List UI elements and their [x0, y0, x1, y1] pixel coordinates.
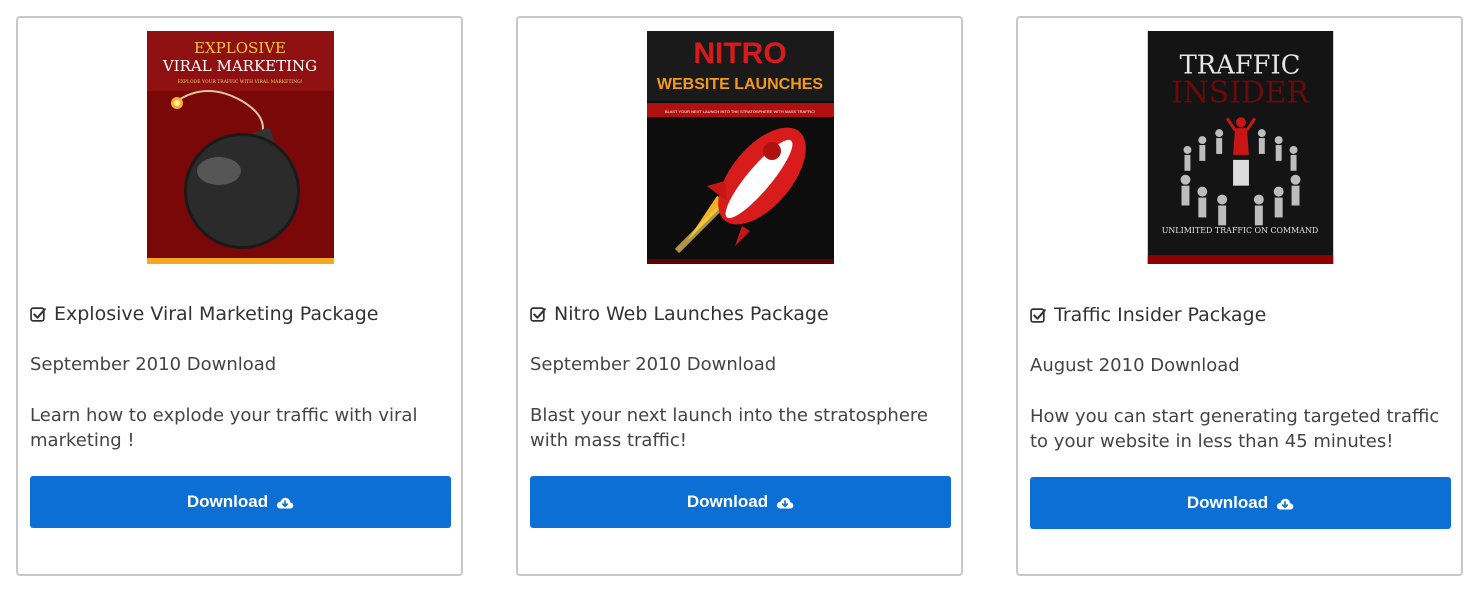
product-card-traffic-insider: TRAFFIC INSIDER UNLIMITED TRAFFIC ON COM… — [1016, 16, 1463, 576]
product-card-explosive-viral-marketing: EXPLOSIVE VIRAL MARKETING EXPLODE YOUR T… — [16, 16, 463, 576]
product-date: September 2010 Download — [530, 354, 777, 375]
product-cover-image: TRAFFIC INSIDER UNLIMITED TRAFFIC ON COM… — [1147, 31, 1334, 264]
product-card-nitro-web-launches: NITRO WEBSITE LAUNCHES BLAST YOUR NEXT L… — [516, 16, 963, 576]
product-cover-image: NITRO WEBSITE LAUNCHES BLAST YOUR NEXT L… — [647, 31, 834, 264]
svg-text:EXPLODE YOUR TRAFFIC WITH VIRA: EXPLODE YOUR TRAFFIC WITH VIRAL MARKETIN… — [177, 79, 302, 85]
product-description: Learn how to explode your traffic with v… — [30, 405, 418, 451]
check-square-icon — [1030, 307, 1046, 323]
download-button[interactable]: Download — [530, 476, 951, 528]
svg-text:NITRO: NITRO — [693, 37, 786, 70]
product-date: September 2010 Download — [30, 354, 277, 375]
download-button[interactable]: Download — [1030, 477, 1451, 529]
svg-text:BLAST YOUR NEXT LAUNCH INTO TH: BLAST YOUR NEXT LAUNCH INTO THE STRATOSP… — [665, 109, 815, 114]
product-title: Nitro Web Launches Package — [554, 303, 829, 325]
product-title-row: Traffic Insider Package — [1030, 304, 1449, 326]
product-description: How you can start generating targeted tr… — [1030, 406, 1440, 452]
cloud-download-icon — [277, 497, 294, 508]
check-square-icon — [530, 306, 546, 322]
download-button-label: Download — [186, 492, 269, 511]
product-date: August 2010 Download — [1030, 355, 1240, 376]
check-square-icon — [30, 306, 46, 322]
product-description: Blast your next launch into the stratosp… — [530, 405, 928, 451]
svg-text:INSIDER: INSIDER — [1171, 75, 1310, 110]
cloud-download-icon — [777, 497, 794, 508]
product-title: Explosive Viral Marketing Package — [54, 303, 379, 325]
product-title: Traffic Insider Package — [1054, 304, 1267, 326]
download-button[interactable]: Download — [30, 476, 451, 528]
product-title-row: Explosive Viral Marketing Package — [30, 303, 449, 325]
svg-text:VIRAL MARKETING: VIRAL MARKETING — [162, 57, 317, 75]
product-cover-image: EXPLOSIVE VIRAL MARKETING EXPLODE YOUR T… — [147, 31, 334, 264]
cover-line1: EXPLOSIVE — [194, 39, 286, 57]
svg-text:WEBSITE LAUNCHES: WEBSITE LAUNCHES — [657, 76, 824, 93]
cloud-download-icon — [1277, 498, 1294, 509]
download-button-label: Download — [686, 492, 769, 511]
download-button-label: Download — [1186, 493, 1269, 512]
product-title-row: Nitro Web Launches Package — [530, 303, 949, 325]
svg-text:UNLIMITED TRAFFIC ON COMMAND: UNLIMITED TRAFFIC ON COMMAND — [1162, 226, 1319, 235]
